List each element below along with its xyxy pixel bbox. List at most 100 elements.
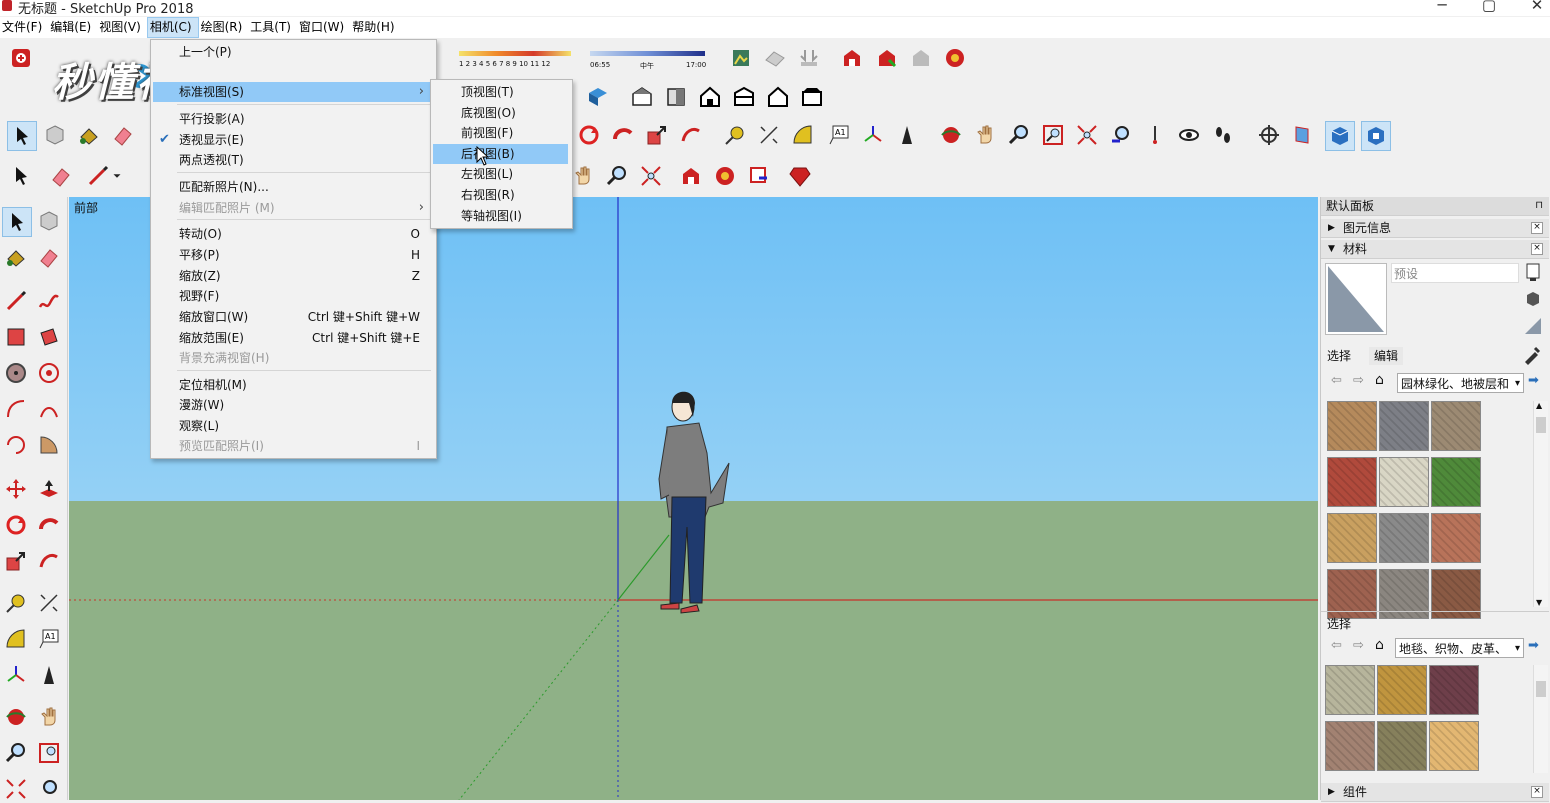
scroll-up-icon[interactable]: ▲: [1536, 401, 1542, 410]
standard-view-item[interactable]: 左视图(L): [433, 164, 568, 184]
move-icon[interactable]: [2, 475, 30, 503]
eraser-2-icon[interactable]: [47, 162, 75, 190]
scroll-thumb-2[interactable]: [1536, 681, 1546, 697]
axes-tool-icon[interactable]: [859, 121, 887, 149]
offset-icon[interactable]: [35, 547, 63, 575]
walk-icon[interactable]: [1209, 121, 1237, 149]
material-swatch[interactable]: [1327, 513, 1377, 563]
material-swatch[interactable]: [1431, 401, 1481, 451]
line-dropdown-arrow-icon[interactable]: [110, 162, 124, 190]
previous-2-icon[interactable]: [35, 775, 63, 803]
home-icon[interactable]: ⌂: [1375, 372, 1384, 388]
toggle-terrain-icon[interactable]: [761, 44, 789, 72]
material-grid-scrollbar[interactable]: ▲ ▼: [1533, 401, 1548, 607]
3d-text-icon[interactable]: [893, 121, 921, 149]
camera-menu-item[interactable]: 上一个(P): [153, 42, 432, 62]
tape-measure-icon[interactable]: [721, 121, 749, 149]
menu-view[interactable]: 视图(V): [97, 17, 147, 38]
menu-tools[interactable]: 工具(T): [248, 17, 297, 38]
zoom-window-icon[interactable]: [1039, 121, 1067, 149]
material-swatch[interactable]: [1325, 721, 1375, 771]
menu-file[interactable]: 文件(F): [0, 17, 48, 38]
menu-help[interactable]: 帮助(H): [350, 17, 400, 38]
camera-menu-item[interactable]: 缩放(Z) Z: [153, 266, 432, 286]
library-select-top[interactable]: 园林绿化、地被层和 ▾: [1397, 373, 1524, 393]
camera-menu-item[interactable]: 观察(L): [153, 416, 432, 436]
forward-icon[interactable]: ⇨: [1353, 373, 1364, 388]
camera-menu-item[interactable]: 缩放窗口(W) Ctrl 键+Shift 键+W: [153, 307, 432, 327]
camera-menu-item[interactable]: 透视显示(E) ✔: [153, 130, 432, 150]
zoom-window-2-icon[interactable]: [35, 739, 63, 767]
pin-icon[interactable]: ⊓: [1535, 197, 1543, 215]
material-swatch[interactable]: [1377, 665, 1427, 715]
menu-draw[interactable]: 绘图(R): [199, 17, 249, 38]
close-materials-icon[interactable]: ×: [1531, 243, 1543, 255]
two-point-arc-icon[interactable]: [35, 395, 63, 423]
make-component-icon[interactable]: [41, 121, 69, 149]
material-swatch[interactable]: [1327, 401, 1377, 451]
eraser-icon[interactable]: [109, 121, 137, 149]
tab-edit[interactable]: 编辑: [1369, 347, 1403, 365]
set-paint-default-icon[interactable]: [1521, 314, 1545, 338]
protractor-icon[interactable]: [789, 121, 817, 149]
follow-me-icon[interactable]: [609, 121, 637, 149]
standard-view-item[interactable]: 底视图(O): [433, 103, 568, 123]
home-2-icon[interactable]: ⌂: [1375, 637, 1384, 653]
camera-menu-item[interactable]: 平移(P) H: [153, 245, 432, 265]
arc-icon[interactable]: [2, 395, 30, 423]
menu-camera[interactable]: 相机(C): [146, 17, 199, 38]
3d-text-2-icon[interactable]: [35, 661, 63, 689]
details-arrow-2-icon[interactable]: ➡: [1528, 638, 1539, 653]
display-section-fill-icon[interactable]: [1361, 121, 1391, 151]
text-icon[interactable]: A1: [35, 625, 63, 653]
front-view-icon[interactable]: [662, 83, 690, 111]
maximize-button[interactable]: ▢: [1474, 0, 1504, 14]
section-plane-icon[interactable]: [1255, 121, 1283, 149]
right-view-icon[interactable]: [696, 83, 724, 111]
person-figure[interactable]: [658, 391, 730, 614]
camera-menu-item[interactable]: 转动(O) O: [153, 224, 432, 244]
position-camera-icon[interactable]: [1141, 121, 1169, 149]
extension-warehouse-icon[interactable]: [7, 44, 35, 72]
share-model-icon[interactable]: [873, 44, 901, 72]
dimension-icon[interactable]: [35, 589, 63, 617]
pie-icon[interactable]: [35, 431, 63, 459]
menu-window[interactable]: 窗口(W): [297, 17, 350, 38]
display-section-cuts-icon[interactable]: [1325, 121, 1355, 151]
freehand-icon[interactable]: [35, 287, 63, 315]
secondary-grid-scrollbar[interactable]: [1533, 665, 1548, 773]
material-swatch[interactable]: [1327, 457, 1377, 507]
scene-tab-label[interactable]: 前部: [74, 199, 98, 216]
left-view-icon[interactable]: [764, 83, 792, 111]
camera-menu-item[interactable]: 漫游(W): [153, 395, 432, 415]
follow-me-2-icon[interactable]: [35, 511, 63, 539]
zoom-icon[interactable]: [1005, 121, 1033, 149]
standard-view-item[interactable]: 右视图(R): [433, 185, 568, 205]
warehouse-icon[interactable]: [838, 44, 866, 72]
zoom-extents-icon[interactable]: [1073, 121, 1101, 149]
scale-icon[interactable]: [2, 547, 30, 575]
material-swatch[interactable]: [1379, 401, 1429, 451]
zoom-extents-3-icon[interactable]: [2, 775, 30, 803]
standard-view-item[interactable]: 顶视图(T): [433, 82, 568, 102]
material-swatch[interactable]: [1429, 721, 1479, 771]
standard-view-item[interactable]: 后视图(B): [433, 143, 568, 164]
zoom-3-icon[interactable]: [2, 739, 30, 767]
standard-view-item[interactable]: 前视图(F): [433, 123, 568, 143]
select-tool-2-icon[interactable]: [7, 162, 35, 190]
shadow-time-slider[interactable]: 06:55 中午 17:00: [588, 49, 708, 75]
zoom-2-icon[interactable]: [603, 162, 631, 190]
tape-icon[interactable]: [2, 589, 30, 617]
materials-header[interactable]: ▼ 材料 ×: [1321, 240, 1549, 259]
text-tool-icon[interactable]: A1: [825, 121, 853, 149]
axes-icon[interactable]: [2, 661, 30, 689]
camera-menu-item[interactable]: 平行投影(A): [153, 109, 432, 129]
tab-select[interactable]: 选择: [1327, 347, 1351, 364]
camera-menu-item[interactable]: 标准视图(S) ›: [153, 82, 432, 102]
extension-manager-icon[interactable]: [941, 44, 969, 72]
polygon-icon[interactable]: [35, 359, 63, 387]
material-swatch[interactable]: [1431, 513, 1481, 563]
dimension-tool-icon[interactable]: [755, 121, 783, 149]
three-point-arc-icon[interactable]: [2, 431, 30, 459]
create-material-icon[interactable]: [1521, 287, 1545, 311]
